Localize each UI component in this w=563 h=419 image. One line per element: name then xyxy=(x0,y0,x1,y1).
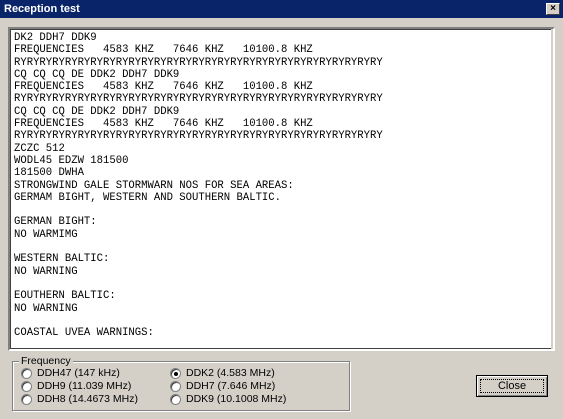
reception-test-dialog: Reception test × DK2 DDH7 DDK9 FREQUENCIE… xyxy=(0,0,563,419)
text-line: NO WARNING xyxy=(14,302,78,315)
text-line: GERMAN BIGHT: xyxy=(14,216,97,229)
text-line: DK2 DDH7 DDK9 xyxy=(14,32,97,44)
text-line: RYRYRYRYRYRYRYRYRYRYRYRYRYRYRYRYRYRYRYRY… xyxy=(14,56,383,69)
radio-button-icon[interactable] xyxy=(170,393,181,405)
radio-button-icon[interactable] xyxy=(21,380,32,392)
frequency-group: Frequency DDH47 (147 kHz) DDH9 (11.039 M… xyxy=(12,355,350,411)
frequency-group-label: Frequency xyxy=(19,355,73,367)
text-line: FREQUENCIES 4583 KHZ 7646 KHZ 10100.8 KH… xyxy=(14,118,313,131)
reception-text-area[interactable]: DK2 DDH7 DDK9 FREQUENCIES 4583 KHZ 7646 K… xyxy=(8,27,555,351)
radio-ddk9[interactable]: DDK9 (10.1008 MHz) xyxy=(170,393,286,405)
text-line: COASTAL UVEA WARNINGS: xyxy=(14,327,154,340)
radio-ddh8[interactable]: DDH8 (14.4673 MHz) xyxy=(21,393,138,405)
radio-label: DDH8 (14.4673 MHz) xyxy=(37,393,138,405)
text-line: NO WARNING xyxy=(14,265,78,278)
window-title: Reception test xyxy=(4,3,80,15)
scrollbar xyxy=(551,29,553,349)
text-line xyxy=(14,278,539,290)
radio-label: DDK2 (4.583 MHz) xyxy=(186,367,275,379)
radio-button-icon[interactable] xyxy=(21,367,32,379)
text-line: RYRYRYRYRYRYRYRYRYRYRYRYRYRYRYRYRYRYRYRY… xyxy=(14,130,383,143)
radio-ddk2[interactable]: DDK2 (4.583 MHz) xyxy=(170,367,275,379)
radio-button-icon[interactable] xyxy=(21,393,32,405)
reception-text-lines: DK2 DDH7 DDK9 FREQUENCIES 4583 KHZ 7646 K… xyxy=(14,32,539,339)
text-line: CQ CQ CQ DE DDK2 DDH7 DDK9 xyxy=(14,105,180,118)
text-line: FREQUENCIES 4583 KHZ 7646 KHZ 10100.8 KH… xyxy=(14,44,313,57)
radio-button-checked-icon[interactable] xyxy=(170,367,181,379)
text-line xyxy=(14,241,539,253)
radio-ddh7[interactable]: DDH7 (7.646 MHz) xyxy=(170,380,275,392)
text-line: CQ CQ CQ DE DDK2 DDH7 DDK9 xyxy=(14,68,180,81)
close-icon[interactable]: × xyxy=(546,3,560,15)
radio-button-icon[interactable] xyxy=(170,380,181,392)
radio-label: DDH9 (11.039 MHz) xyxy=(37,380,132,392)
text-line: STRONGWIND GALE STORMWARN NOS FOR SEA AR… xyxy=(14,179,294,192)
radio-label: DDK9 (10.1008 MHz) xyxy=(186,393,287,405)
radio-label: DDH7 (7.646 MHz) xyxy=(186,380,276,392)
radio-ddh47[interactable]: DDH47 (147 kHz) xyxy=(21,367,120,379)
title-bar[interactable]: Reception test × xyxy=(0,0,563,18)
text-line: WODL45 EDZW 181500 xyxy=(14,154,129,167)
radio-ddh9[interactable]: DDH9 (11.039 MHz) xyxy=(21,380,131,392)
focus-rect xyxy=(480,379,544,393)
text-line xyxy=(14,315,539,327)
text-line: RYRYRYRYRYRYRYRYRYRYRYRYRYRYRYRYRYRYRYRY… xyxy=(14,93,383,106)
text-line: GERMAM BIGHT, WESTERN AND SOUTHERN BALTI… xyxy=(14,191,282,204)
text-line: WESTERN BALTIC: xyxy=(14,253,110,266)
text-line: FREQUENCIES 4583 KHZ 7646 KHZ 10100.8 KH… xyxy=(14,81,313,94)
text-line: ZCZC 512 xyxy=(14,142,65,155)
text-line: EOUTHERN BALTIC: xyxy=(14,290,116,303)
text-line: 181500 DWHA xyxy=(14,167,84,180)
close-button[interactable]: Close xyxy=(476,375,548,397)
text-line xyxy=(14,204,539,216)
text-line: NO WARMIMG xyxy=(14,228,78,241)
radio-label: DDH47 (147 kHz) xyxy=(37,367,120,379)
